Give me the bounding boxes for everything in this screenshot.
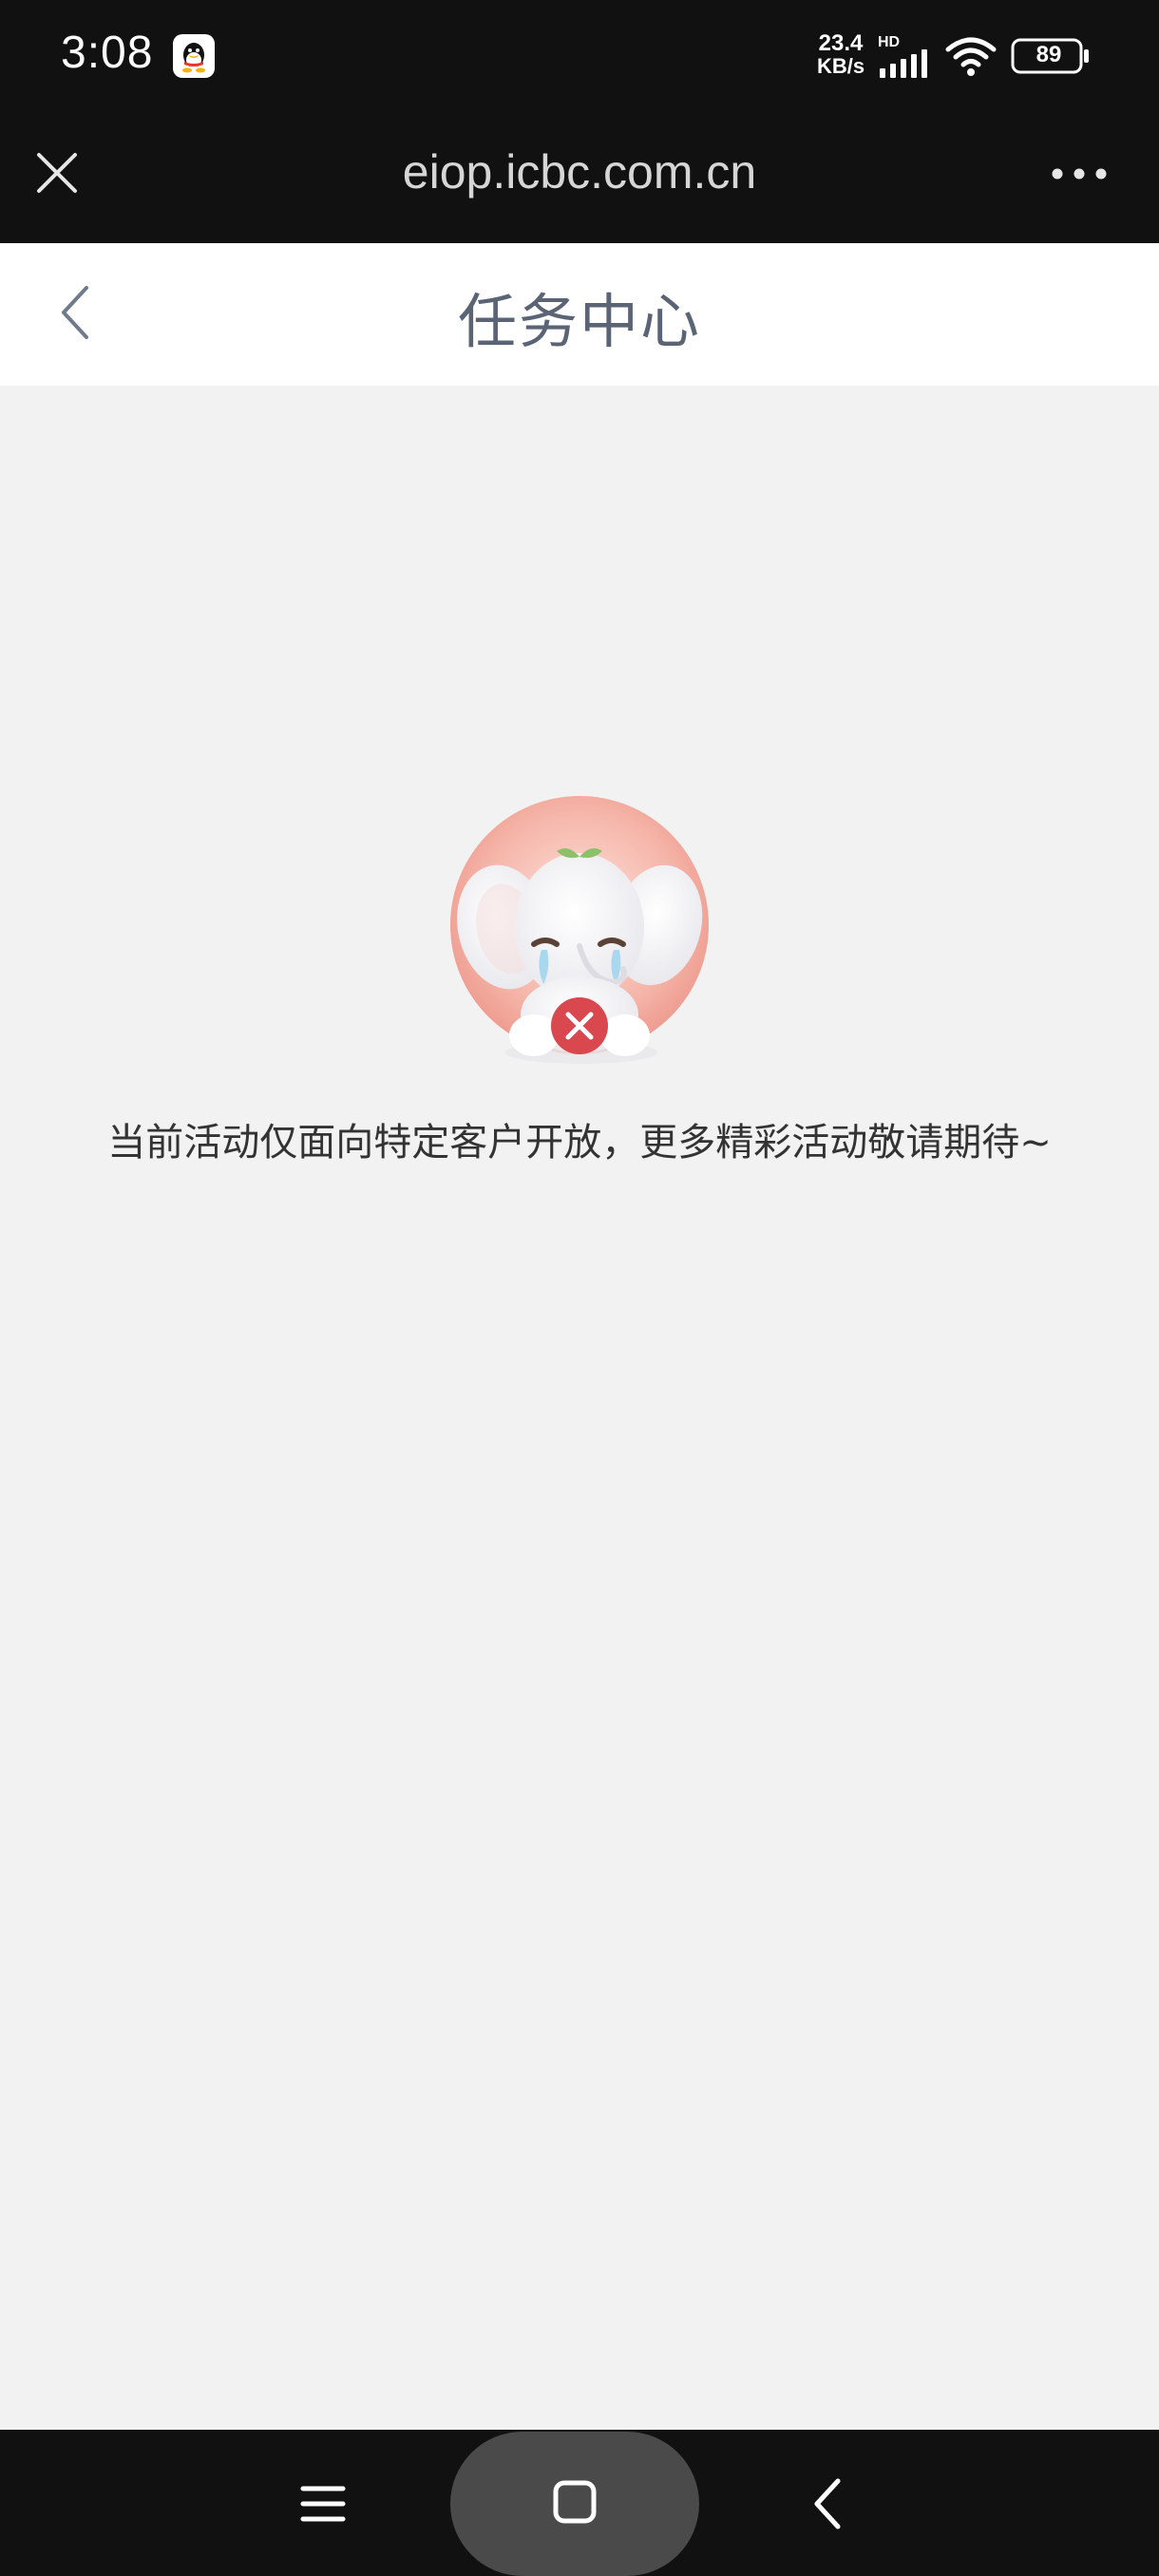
network-speed-unit: KB/s xyxy=(816,54,865,78)
url-display[interactable]: eiop.icbc.com.cn xyxy=(247,144,912,199)
back-button[interactable] xyxy=(38,277,112,351)
home-icon xyxy=(552,2479,598,2529)
crying-elephant-illustration xyxy=(446,794,712,1070)
menu-icon xyxy=(299,2483,347,2529)
battery-level: 89 xyxy=(1036,42,1062,67)
qq-notification-icon xyxy=(173,34,215,78)
browser-toolbar: eiop.icbc.com.cn xyxy=(0,114,1159,243)
close-icon xyxy=(35,151,79,199)
network-speed-value: 23.4 xyxy=(818,30,864,56)
status-bar: 3:08 23.4 KB/s HD 89 xyxy=(0,0,1159,114)
network-speed: 23.4 KB/s xyxy=(811,32,870,78)
main-content: 当前活动仅面向特定客户开放，更多精彩活动敬请期待~ xyxy=(0,386,1159,2430)
status-time: 3:08 xyxy=(61,28,154,78)
more-options-button[interactable] xyxy=(1041,144,1117,205)
empty-state-message: 当前活动仅面向特定客户开放，更多精彩活动敬请期待~ xyxy=(107,1121,1052,1165)
wifi-icon xyxy=(944,34,998,78)
close-button[interactable] xyxy=(27,144,87,205)
more-icon xyxy=(1051,166,1108,184)
signal-icon xyxy=(878,49,933,78)
recent-apps-button[interactable] xyxy=(285,2468,361,2544)
system-back-button[interactable] xyxy=(790,2468,866,2544)
chevron-left-icon xyxy=(56,284,94,345)
system-nav-bar xyxy=(0,2430,1159,2576)
page-title: 任务中心 xyxy=(457,287,701,356)
home-button[interactable] xyxy=(450,2432,699,2576)
back-icon xyxy=(809,2477,847,2534)
page-header: 任务中心 xyxy=(0,243,1159,386)
